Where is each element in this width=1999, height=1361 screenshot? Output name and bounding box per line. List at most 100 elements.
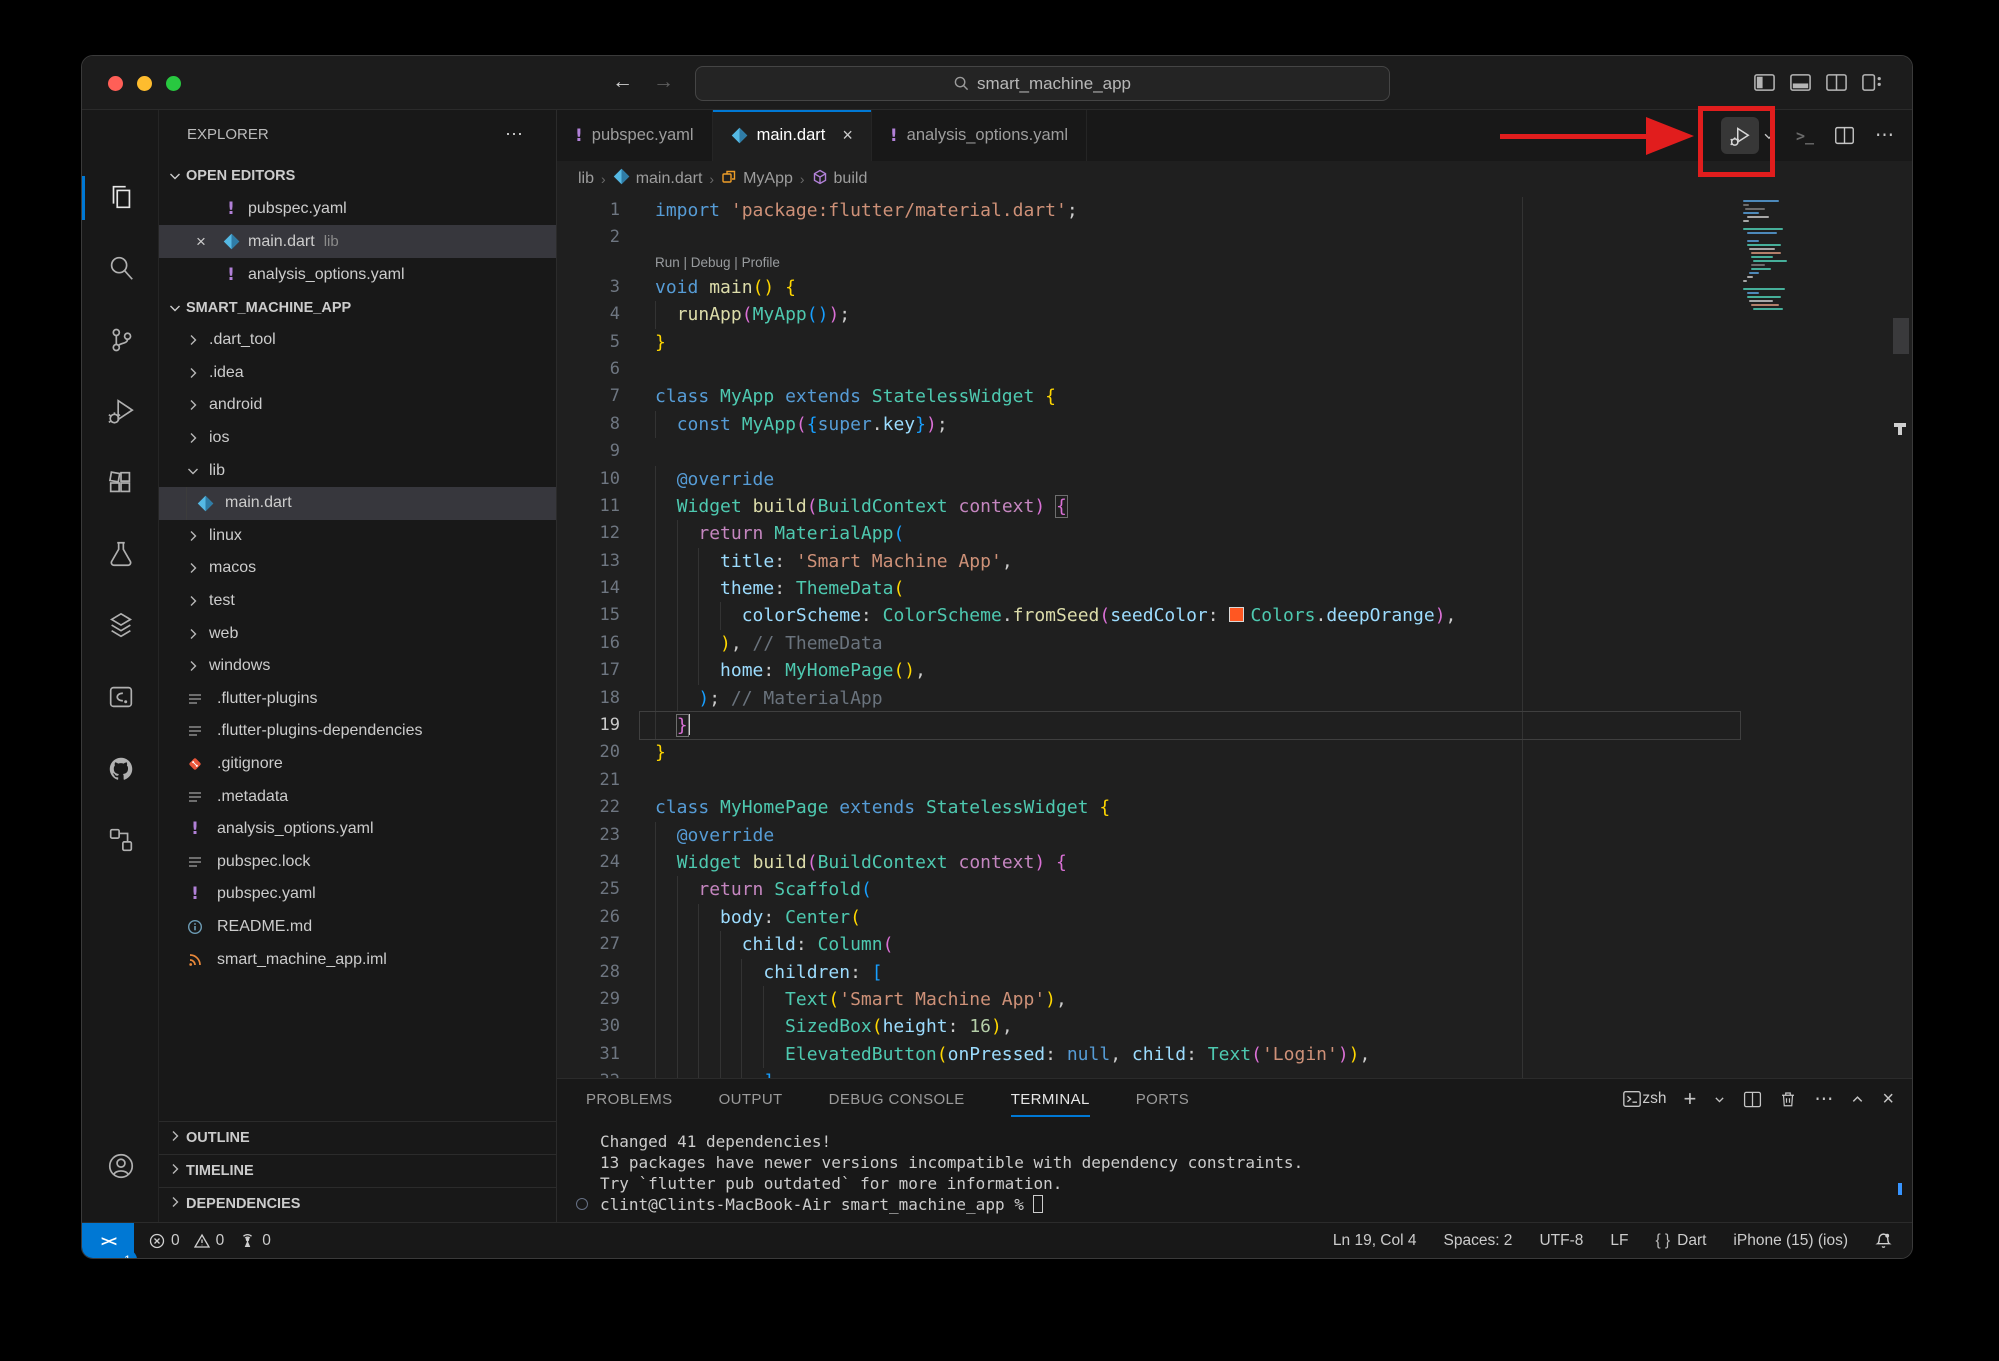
terminal-prompt[interactable]: clint@Clints-MacBook-Air smart_machine_a… [600, 1194, 1303, 1215]
section-timeline[interactable]: TIMELINE [159, 1154, 556, 1187]
terminal-output[interactable]: Changed 41 dependencies!13 packages have… [600, 1131, 1303, 1215]
breadcrumb-item-MyApp[interactable]: MyApp [721, 169, 793, 190]
tree-folder-test[interactable]: test [159, 585, 556, 618]
tree-folder-.dart_tool[interactable]: .dart_tool [159, 324, 556, 357]
customize-layout-icon[interactable] [1861, 71, 1884, 94]
tree-folder-.idea[interactable]: .idea [159, 357, 556, 390]
panel-tab-terminal[interactable]: TERMINAL [1011, 1091, 1090, 1117]
tab-pubspec-yaml[interactable]: ! pubspec.yaml [557, 110, 713, 161]
minimize-window-button[interactable] [137, 76, 152, 91]
tree-folder-linux[interactable]: linux [159, 520, 556, 553]
terminal-dropdown-chevron-icon[interactable] [1713, 1093, 1726, 1106]
code-line-25: 25 return Scaffold( [557, 876, 1740, 903]
tree-file-smart_machine_app.iml[interactable]: smart_machine_app.iml [159, 943, 556, 976]
breadcrumb-item-main.dart[interactable]: main.dart [613, 168, 703, 190]
problems-status[interactable]: 0 0 [149, 1232, 224, 1250]
close-tab-icon[interactable]: × [842, 125, 853, 146]
tab-main-dart[interactable]: main.dart × [713, 110, 872, 161]
tree-folder-android[interactable]: android [159, 389, 556, 422]
toggle-sidebar-icon[interactable] [1753, 71, 1776, 94]
chevron-right-icon [167, 1128, 183, 1148]
tree-folder-windows[interactable]: windows [159, 650, 556, 683]
device-selector[interactable]: iPhone (15) (ios) [1733, 1232, 1848, 1250]
zoom-window-button[interactable] [166, 76, 181, 91]
close-panel-icon[interactable]: × [1882, 1088, 1894, 1111]
run-debug-icon[interactable] [104, 394, 138, 428]
split-editor-icon[interactable] [1825, 71, 1848, 94]
forward-icon[interactable]: → [653, 70, 674, 94]
tree-file-pubspec.yaml[interactable]: !pubspec.yaml [159, 878, 556, 911]
split-terminal-icon[interactable] [1743, 1090, 1762, 1109]
new-terminal-icon[interactable]: + [1683, 1086, 1696, 1112]
breadcrumb-item-build[interactable]: build [812, 169, 868, 190]
editor-more-actions-icon[interactable]: ⋯ [1875, 124, 1894, 147]
maximize-panel-chevron-icon[interactable] [1850, 1092, 1865, 1107]
line-number: 17 [557, 657, 640, 684]
breadcrumb-item-lib[interactable]: lib [578, 170, 594, 188]
yaml-file-icon: ! [575, 126, 583, 146]
close-editor-icon[interactable]: × [193, 232, 209, 252]
tree-file-main.dart[interactable]: main.dart [159, 487, 556, 520]
panel-tab-ports[interactable]: PORTS [1136, 1091, 1189, 1108]
tree-folder-lib[interactable]: lib [159, 454, 556, 487]
panel-tab-problems[interactable]: PROBLEMS [586, 1091, 673, 1108]
codelens-run-debug-profile[interactable]: Run | Debug | Profile [557, 252, 1912, 274]
panel-tab-debug-console[interactable]: DEBUG CONSOLE [829, 1091, 965, 1108]
kill-terminal-trash-icon[interactable] [1779, 1090, 1797, 1108]
tab-analysis-options-yaml[interactable]: ! analysis_options.yaml [872, 110, 1087, 161]
active-view-indicator [82, 176, 85, 220]
search-view-icon[interactable] [104, 251, 138, 285]
open-editor-item[interactable]: !analysis_options.yaml [159, 258, 556, 291]
scrollbar-slider[interactable] [1893, 318, 1909, 354]
section-outline[interactable]: OUTLINE [159, 1121, 556, 1154]
chevron-right-icon [185, 365, 201, 381]
project-manager-icon[interactable] [104, 823, 138, 857]
notifications-bell-icon[interactable] [1875, 1232, 1892, 1249]
open-editor-item[interactable]: !pubspec.yaml [159, 192, 556, 225]
tree-file-.flutter-plugins-dependencies[interactable]: .flutter-plugins-dependencies [159, 715, 556, 748]
language-mode[interactable]: { }Dart [1655, 1232, 1706, 1250]
code-editor[interactable]: 1import 'package:flutter/material.dart';… [557, 197, 1912, 1078]
eol[interactable]: LF [1610, 1232, 1628, 1250]
open-editors-header[interactable]: OPEN EDITORS [159, 159, 556, 192]
source-control-icon[interactable] [104, 323, 138, 357]
tree-file-README.md[interactable]: README.md [159, 911, 556, 944]
cursor-position[interactable]: Ln 19, Col 4 [1333, 1232, 1417, 1250]
split-editor-icon[interactable] [1834, 125, 1855, 146]
panel-more-actions-icon[interactable]: ⋯ [1814, 1088, 1833, 1111]
encoding[interactable]: UTF-8 [1539, 1232, 1583, 1250]
chevron-down-icon [167, 300, 183, 316]
tree-file-.metadata[interactable]: .metadata [159, 780, 556, 813]
back-icon[interactable]: ← [612, 70, 633, 94]
custom-extension-icon[interactable] [104, 680, 138, 714]
toggle-panel-icon[interactable] [1789, 71, 1812, 94]
tree-file-.gitignore[interactable]: .gitignore [159, 748, 556, 781]
tree-folder-web[interactable]: web [159, 617, 556, 650]
testing-icon[interactable] [104, 537, 138, 571]
minimap[interactable] [1743, 200, 1801, 312]
root-folder-header[interactable]: SMART_MACHINE_APP [159, 291, 556, 324]
tree-file-pubspec.lock[interactable]: pubspec.lock [159, 846, 556, 879]
section-dependencies[interactable]: DEPENDENCIES [159, 1187, 556, 1220]
git-file-icon [185, 756, 205, 772]
tree-folder-ios[interactable]: ios [159, 422, 556, 455]
terminal-profile[interactable]: zsh [1622, 1089, 1666, 1109]
explorer-icon[interactable] [104, 180, 138, 214]
tree-folder-macos[interactable]: macos [159, 552, 556, 585]
tree-file-.flutter-plugins[interactable]: .flutter-plugins [159, 683, 556, 716]
account-icon[interactable] [104, 1149, 138, 1183]
tree-file-analysis_options.yaml[interactable]: !analysis_options.yaml [159, 813, 556, 846]
open-terminal-icon[interactable]: >_ [1796, 127, 1814, 145]
extensions-icon[interactable] [104, 466, 138, 500]
layers-icon[interactable] [104, 609, 138, 643]
open-editor-item[interactable]: ×main.dartlib [159, 225, 556, 258]
title-bar: ← → smart_machine_app [82, 56, 1912, 110]
command-center-search[interactable]: smart_machine_app [695, 66, 1390, 101]
panel-tab-output[interactable]: OUTPUT [719, 1091, 783, 1108]
close-window-button[interactable] [108, 76, 123, 91]
ports-status[interactable]: 0 [239, 1232, 271, 1250]
explorer-sidebar: EXPLORER ⋯ OPEN EDITORS !pubspec.yaml×ma… [159, 110, 557, 1222]
explorer-more-actions-icon[interactable]: ⋯ [505, 124, 524, 145]
indentation[interactable]: Spaces: 2 [1444, 1232, 1513, 1250]
github-icon[interactable] [104, 752, 138, 786]
